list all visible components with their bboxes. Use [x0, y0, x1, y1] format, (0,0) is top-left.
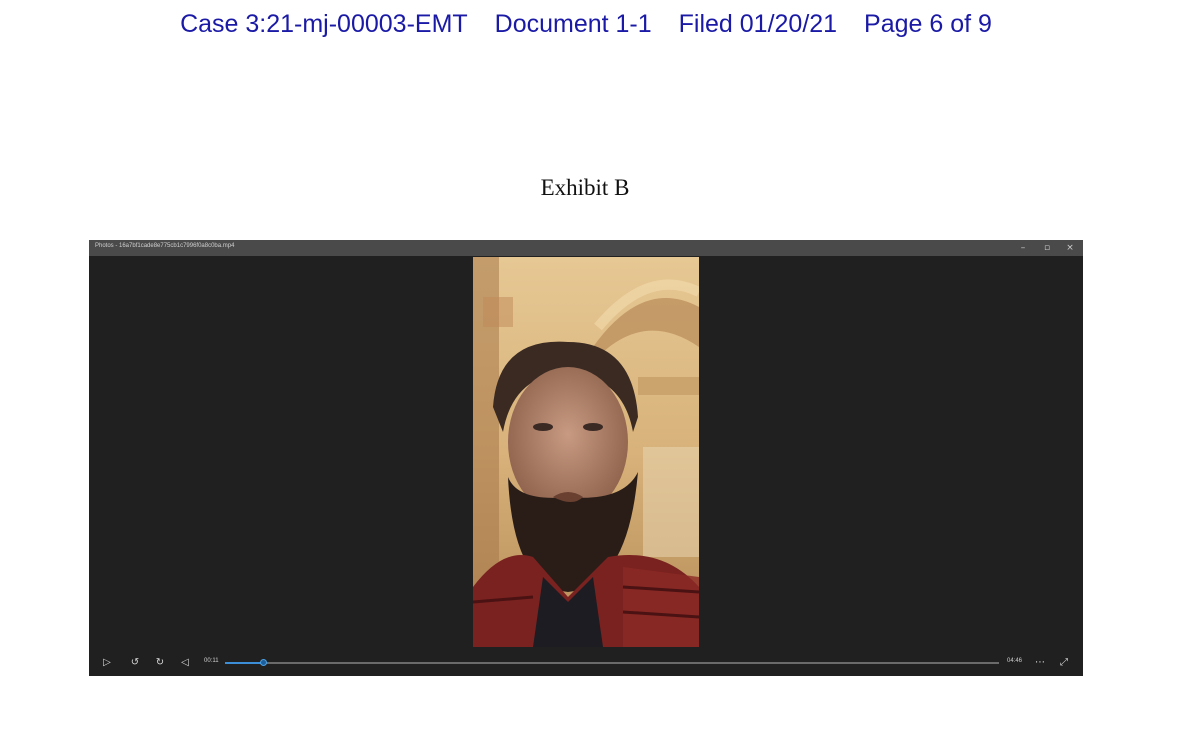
case-header: Case 3:21-mj-00003-EMT Document 1-1 File…: [0, 10, 1172, 39]
rewind-icon[interactable]: ↺: [128, 656, 142, 670]
page-number: Page 6 of 9: [864, 10, 992, 38]
filed-date: Filed 01/20/21: [678, 10, 838, 38]
case-number: Case 3:21-mj-00003-EMT: [180, 10, 468, 38]
video-frame[interactable]: [473, 257, 699, 647]
volume-icon[interactable]: ◁: [178, 656, 192, 670]
maximize-icon[interactable]: ▫: [1041, 242, 1053, 254]
seek-progress-fill: [225, 662, 264, 664]
minimize-icon[interactable]: –: [1017, 242, 1029, 254]
forward-icon[interactable]: ↻: [153, 656, 167, 670]
more-options-icon[interactable]: ⋯: [1033, 656, 1047, 670]
current-time: 00:11: [204, 658, 219, 664]
play-icon[interactable]: ▷: [100, 656, 114, 670]
fullscreen-icon[interactable]: ⤢: [1057, 656, 1071, 670]
video-player-window: Photos - 16a7bf1cade8e775cb1c7996f0a8c0b…: [89, 240, 1083, 676]
video-still-image: [473, 257, 699, 647]
exhibit-title: Exhibit B: [540, 175, 630, 200]
player-window-title: Photos - 16a7bf1cade8e775cb1c7996f0a8c0b…: [95, 243, 235, 249]
player-titlebar: Photos - 16a7bf1cade8e775cb1c7996f0a8c0b…: [89, 240, 1083, 256]
seek-bar[interactable]: [225, 659, 999, 666]
document-number: Document 1-1: [494, 10, 652, 38]
total-duration: 04:46: [1007, 658, 1023, 664]
close-icon[interactable]: ×: [1064, 242, 1076, 254]
playback-controls: ▷ ↺ ↻ ◁ 00:11 04:46 ⋯ ⤢: [89, 649, 1083, 676]
seek-thumb[interactable]: [259, 659, 267, 666]
